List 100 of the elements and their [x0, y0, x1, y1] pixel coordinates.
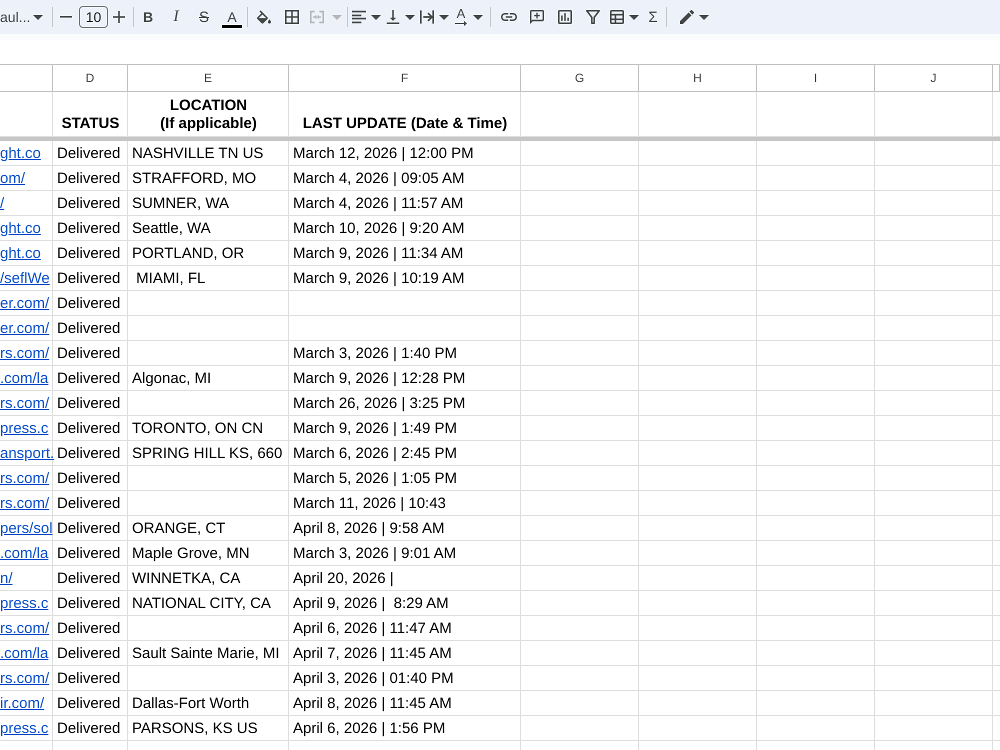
url-link[interactable]: n/ [0, 570, 13, 586]
location-text: Algonac, MI [132, 370, 212, 386]
timestamp-text: March 6, 2026 | 2:45 PM [293, 444, 457, 462]
timestamp-text: March 3, 2026 | 9:01 AM [293, 544, 456, 562]
url-link[interactable]: pers/sol [0, 520, 53, 536]
location-text: Sault Sainte Marie, MI [132, 644, 280, 662]
status-text: Delivered [57, 144, 120, 162]
url-link[interactable]: ght.co [0, 220, 41, 236]
location-text: STRAFFORD, MO [132, 170, 256, 186]
column-header[interactable]: E [128, 64, 289, 92]
text-rotation-button[interactable]: A [451, 3, 485, 31]
timestamp-text: March 9, 2026 | 10:19 AM [293, 270, 464, 286]
url-link[interactable]: er.com/ [0, 294, 50, 312]
column-title: LAST UPDATE (Date & Time) [302, 115, 508, 133]
minus-icon [60, 16, 72, 18]
status-text: Delivered [57, 644, 120, 662]
url-link[interactable]: ght.co [0, 144, 41, 162]
column-header[interactable]: H [639, 64, 757, 92]
functions-button[interactable]: Σ [641, 3, 665, 31]
column-header[interactable]: D [53, 64, 128, 92]
status-text: Delivered [57, 720, 120, 736]
strikethrough-button[interactable]: S [190, 3, 218, 31]
timestamp-text: March 9, 2026 | 1:49 PM [293, 420, 457, 436]
location-text: SPRING HILL KS, 660 [132, 444, 282, 462]
italic-button[interactable]: I [162, 3, 190, 31]
url-link[interactable]: om/ [0, 170, 26, 186]
url-link[interactable]: .com/la [0, 370, 48, 386]
url-link[interactable]: press.c [0, 420, 48, 436]
url-link[interactable]: er.com/ [0, 320, 50, 336]
caret-icon [33, 14, 44, 20]
status-text: Delivered [57, 394, 120, 412]
merge-cells-icon [310, 10, 324, 24]
url-link[interactable]: rs.com/ [0, 670, 50, 686]
url-link[interactable]: press.c [0, 594, 48, 612]
url-link[interactable]: .com/la [0, 644, 48, 662]
timestamp-text: April 9, 2026 | 8:29 AM [293, 594, 449, 612]
url-link[interactable]: rs.com/ [0, 394, 50, 412]
table-icon [610, 10, 624, 24]
column-header[interactable]: F [289, 64, 521, 92]
status-text: Delivered [57, 170, 120, 186]
url-link[interactable]: rs.com/ [0, 470, 50, 486]
status-text: Delivered [57, 520, 120, 536]
status-text: Delivered [57, 544, 120, 562]
timestamp-text: April 6, 2026 | 11:47 AM [293, 620, 452, 636]
status-text: Delivered [57, 570, 120, 586]
plus-icon [113, 11, 125, 23]
timestamp-text: April 3, 2026 | 01:40 PM [293, 670, 454, 686]
url-link[interactable]: rs.com/ [0, 344, 50, 362]
url-link[interactable]: ir.com/ [0, 694, 44, 712]
location-text: NASHVILLE TN US [132, 144, 264, 162]
timestamp-text: March 26, 2026 | 3:25 PM [293, 394, 466, 412]
status-text: Delivered [57, 494, 120, 512]
location-text: Seattle, WA [132, 220, 211, 236]
status-text: Delivered [57, 194, 120, 212]
add-comment-icon [530, 10, 544, 24]
caret-icon [629, 14, 639, 20]
status-text: Delivered [57, 620, 120, 636]
timestamp-text: April 7, 2026 | 11:45 AM [293, 644, 452, 662]
bold-button[interactable]: B [134, 3, 162, 31]
pen-icon [680, 10, 694, 24]
arrow-icon [455, 21, 467, 26]
location-text: TORONTO, ON CN [132, 420, 264, 436]
caret-icon [332, 14, 342, 20]
url-link[interactable]: .com/la [0, 544, 48, 562]
url-link[interactable]: ght.co [0, 244, 41, 262]
text-wrap-icon [420, 10, 434, 24]
location-text: SUMNER, WA [132, 194, 229, 212]
status-text: Delivered [57, 320, 120, 336]
column-header[interactable]: G [521, 64, 639, 92]
font-dropdown[interactable]: aul... [0, 3, 46, 31]
url-link[interactable]: press.c [0, 720, 48, 736]
font-size-field[interactable]: 10 [79, 6, 108, 28]
location-text: PORTLAND, OR [132, 244, 244, 262]
url-link[interactable]: rs.com/ [0, 620, 50, 636]
status-text: Delivered [57, 294, 120, 312]
chart-icon [558, 10, 572, 24]
status-text: Delivered [57, 470, 120, 486]
caret-icon [371, 14, 381, 20]
timestamp-text: March 4, 2026 | 11:57 AM [293, 194, 464, 212]
status-text: Delivered [57, 420, 120, 436]
column-header[interactable]: I [757, 64, 875, 92]
url-link[interactable]: / [0, 194, 4, 212]
location-text: Dallas-Fort Worth [132, 694, 250, 712]
url-link[interactable]: ansport. [0, 444, 54, 462]
text-color-button[interactable]: A [222, 6, 242, 28]
status-text: Delivered [57, 670, 120, 686]
caret-icon [405, 14, 415, 20]
location-text: PARSONS, KS US [132, 720, 258, 736]
url-link[interactable]: /seflWe [0, 270, 50, 286]
column-header[interactable]: J [875, 64, 993, 92]
caret-icon [473, 14, 483, 20]
location-text: MIAMI, FL [135, 270, 206, 286]
location-text: WINNETKA, CA [132, 570, 240, 586]
location-text: ORANGE, CT [132, 520, 226, 536]
borders-icon [285, 10, 299, 24]
timestamp-text: March 12, 2026 | 12:00 PM [293, 144, 474, 162]
caret-icon [439, 14, 449, 20]
status-text: Delivered [57, 694, 120, 712]
url-link[interactable]: rs.com/ [0, 494, 50, 512]
status-text: Delivered [57, 220, 120, 236]
